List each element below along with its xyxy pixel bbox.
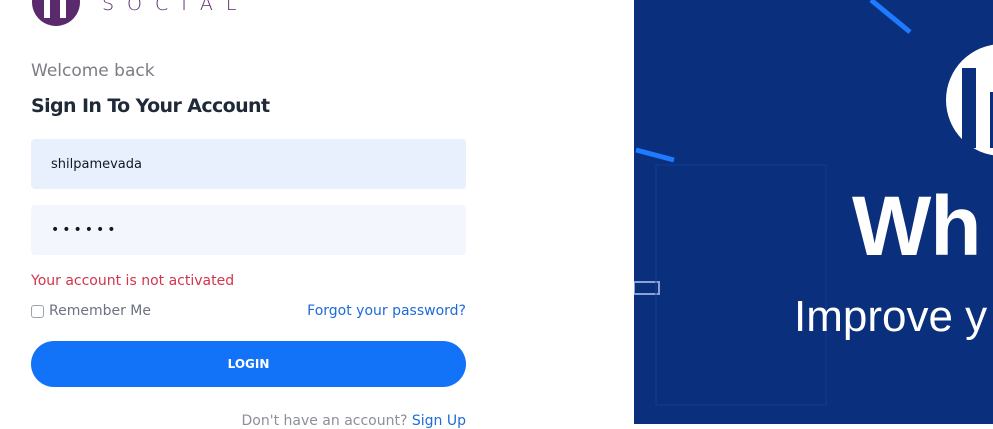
- remember-me-label: Remember Me: [49, 303, 151, 319]
- remember-me-checkbox[interactable]: [31, 304, 44, 318]
- remember-me[interactable]: Remember Me: [31, 303, 151, 319]
- username-field[interactable]: shilpamevada: [31, 139, 466, 189]
- password-field[interactable]: ••••••: [31, 205, 466, 255]
- brand-mark-icon: [32, 0, 80, 26]
- error-message: Your account is not activated: [31, 273, 235, 289]
- signup-row: Don't have an account? Sign Up: [242, 413, 467, 429]
- welcome-text: Welcome back: [31, 61, 155, 81]
- promo-panel: Wh Improve y: [634, 0, 993, 424]
- page-title: Sign In To Your Account: [31, 95, 270, 117]
- forgot-password-link[interactable]: Forgot your password?: [307, 303, 466, 319]
- login-button-label: LOGIN: [227, 357, 270, 371]
- promo-logo-icon: [946, 44, 993, 156]
- signup-prompt: Don't have an account?: [241, 413, 408, 429]
- signup-link[interactable]: Sign Up: [412, 413, 466, 429]
- promo-title: Wh: [852, 179, 982, 273]
- login-button[interactable]: LOGIN: [31, 341, 466, 387]
- brand-logo-text: SOCIAL: [102, 0, 250, 15]
- brand-logo: SOCIAL: [32, 0, 236, 26]
- password-value: ••••••: [51, 222, 119, 238]
- username-value: shilpamevada: [51, 156, 142, 172]
- promo-subtitle: Improve y: [794, 292, 988, 341]
